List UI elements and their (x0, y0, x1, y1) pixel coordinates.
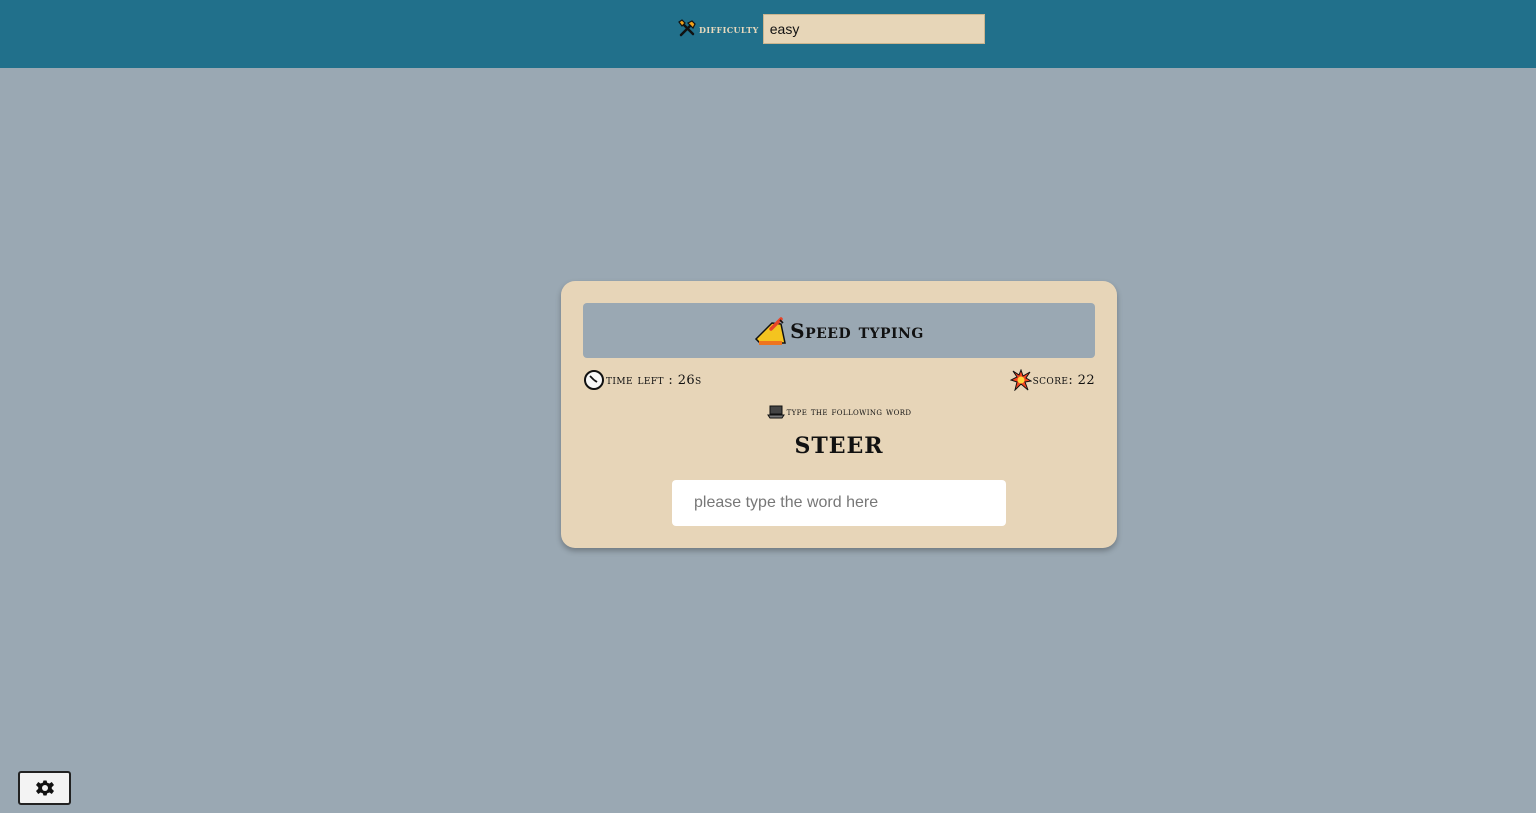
instruction-text: type the following word (786, 406, 912, 418)
gear-icon (35, 780, 54, 796)
settings-button[interactable] (18, 771, 71, 805)
game-stats: time left : 26s score: 22 (583, 368, 1095, 392)
laptop-icon (766, 405, 785, 419)
time-left-text: time left : 26s (606, 372, 702, 388)
score-text: score: 22 (1032, 372, 1095, 388)
collision-icon (1009, 369, 1032, 391)
difficulty-label: difficulty (699, 22, 759, 36)
page-title: Speed typing (790, 318, 924, 343)
instruction: type the following word (561, 405, 1117, 419)
stopwatch-icon (583, 369, 605, 391)
difficulty-control: difficulty easy (677, 14, 985, 44)
title-bar: Speed typing (583, 303, 1095, 358)
top-bar: difficulty easy (0, 0, 1536, 68)
hammer-wrench-icon (677, 19, 697, 39)
game-card: Speed typing time left : 26s score: 22 t… (561, 281, 1117, 548)
writing-hand-icon (755, 316, 787, 345)
word-input[interactable] (672, 480, 1006, 526)
time-left: time left : 26s (583, 369, 702, 391)
target-word: STEER (794, 433, 884, 459)
score: score: 22 (1009, 369, 1095, 391)
difficulty-select[interactable]: easy (762, 14, 985, 44)
